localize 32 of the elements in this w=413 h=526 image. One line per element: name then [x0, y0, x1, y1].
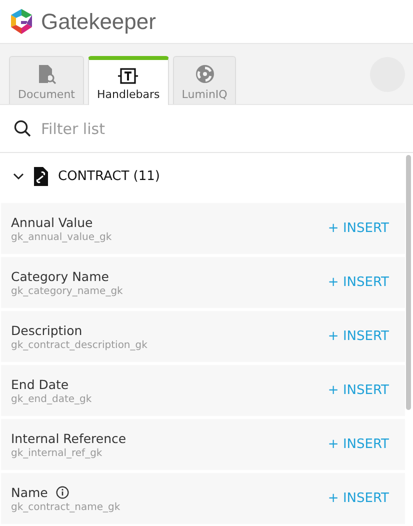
field-key: gk_category_name_gk: [11, 286, 328, 296]
linked-document-icon: [34, 167, 48, 186]
field-key: gk_contract_name_gk: [11, 502, 328, 512]
section-title: CONTRACT (11): [58, 169, 160, 184]
field-key: gk_end_date_gk: [11, 394, 328, 404]
insert-button[interactable]: + INSERT: [328, 221, 389, 236]
tab[interactable]: Document: [9, 56, 84, 104]
insert-button[interactable]: + INSERT: [328, 491, 389, 506]
field-name: Name: [11, 484, 48, 500]
chevron-down-icon[interactable]: [13, 173, 24, 180]
document-search-icon: [38, 64, 56, 84]
field-name: Category Name: [11, 268, 109, 284]
text-block-icon: [118, 68, 138, 84]
field-key: gk_contract_description_gk: [11, 340, 328, 350]
field-key: gk_internal_ref_gk: [11, 448, 328, 458]
field-key: gk_annual_value_gk: [11, 232, 328, 242]
app-title: Gatekeeper: [41, 8, 156, 34]
search-icon: [14, 120, 31, 137]
field-name: Annual Value: [11, 214, 93, 230]
scrollbar[interactable]: [406, 155, 411, 410]
insert-button[interactable]: + INSERT: [328, 329, 389, 344]
insert-button[interactable]: + INSERT: [328, 437, 389, 452]
field-name: End Date: [11, 376, 69, 392]
tab[interactable]: Handlebars: [88, 56, 169, 105]
insert-button[interactable]: + INSERT: [328, 383, 389, 398]
info-icon[interactable]: [56, 486, 69, 498]
tab[interactable]: LuminIQ: [172, 56, 236, 104]
insert-button[interactable]: + INSERT: [328, 275, 389, 290]
field-name: Description: [11, 322, 82, 338]
aperture-icon: [194, 64, 215, 84]
field-name: Internal Reference: [11, 430, 126, 446]
logo-icon: [8, 8, 35, 35]
